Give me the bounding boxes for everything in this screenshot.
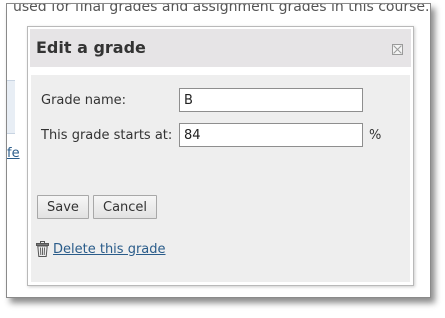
grade-starts-at-input[interactable] xyxy=(179,123,363,147)
delete-grade-link[interactable]: Delete this grade xyxy=(53,242,166,257)
dialog-body: Grade name: This grade starts at: % Save… xyxy=(31,75,410,282)
dialog-title: Edit a grade xyxy=(36,38,146,57)
delete-grade-row[interactable]: Delete this grade xyxy=(36,241,166,257)
background-panel-strip xyxy=(7,80,15,134)
dialog-header: Edit a grade xyxy=(30,29,411,67)
save-button[interactable]: Save xyxy=(37,195,89,219)
percent-unit-label: % xyxy=(369,128,382,143)
screenshot-frame: used for final grades and assignment gra… xyxy=(6,3,431,298)
grade-name-label: Grade name: xyxy=(41,93,127,108)
trash-icon[interactable] xyxy=(36,241,49,257)
background-description-text: used for final grades and assignment gra… xyxy=(13,3,430,15)
grade-name-input[interactable] xyxy=(179,88,363,112)
grade-starts-at-label: This grade starts at: xyxy=(41,128,173,143)
close-icon[interactable] xyxy=(392,44,403,55)
background-link-fragment[interactable]: fe xyxy=(7,146,20,161)
cancel-button[interactable]: Cancel xyxy=(93,195,158,219)
edit-grade-dialog: Edit a grade Grade name: This grade star… xyxy=(27,26,414,286)
